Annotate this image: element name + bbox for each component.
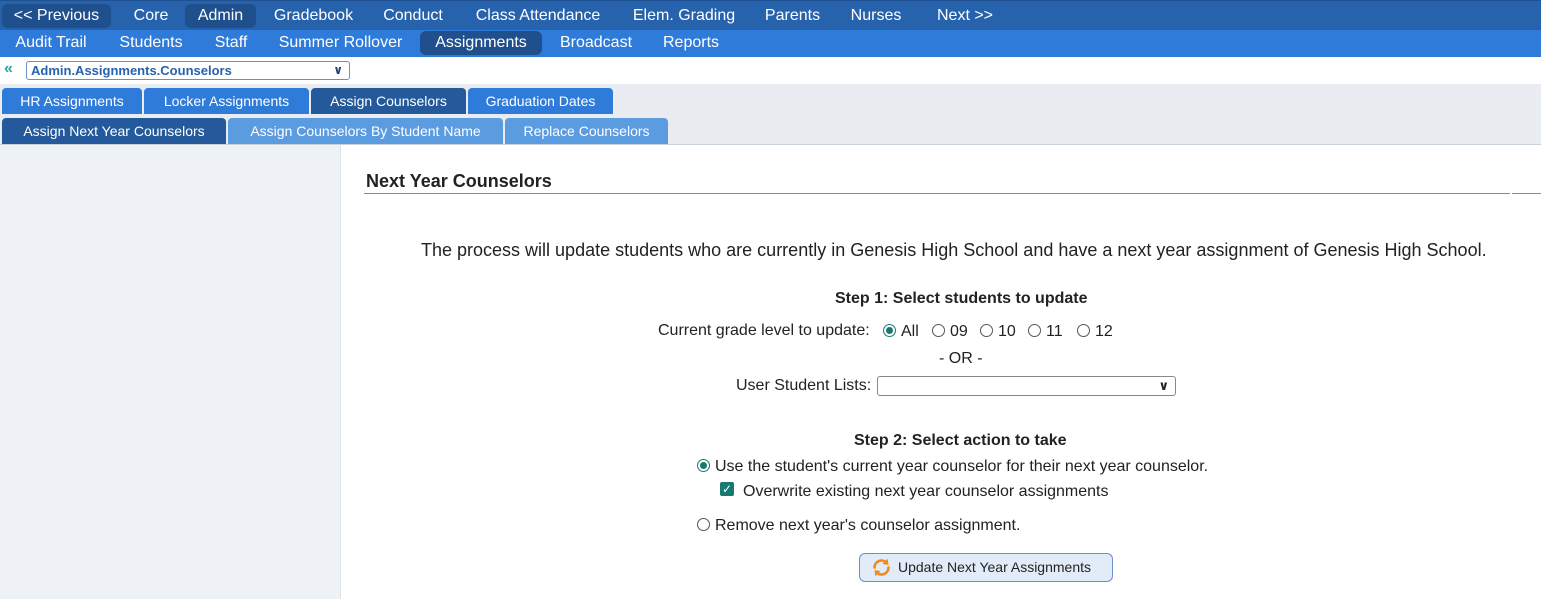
tab-locker-assignments[interactable]: Locker Assignments xyxy=(144,88,309,114)
grade-option-all-label: All xyxy=(901,323,919,340)
left-panel xyxy=(0,145,341,599)
page-title: Next Year Counselors xyxy=(366,171,552,191)
nav-conduct[interactable]: Conduct xyxy=(373,4,453,28)
action-radio-use-current[interactable] xyxy=(697,459,710,472)
or-separator: - OR - xyxy=(939,350,983,367)
tab-bar: HR Assignments Locker Assignments Assign… xyxy=(0,84,1541,115)
grade-radio-all[interactable] xyxy=(883,324,896,337)
update-button-label: Update Next Year Assignments xyxy=(898,559,1092,575)
nav-staff[interactable]: Staff xyxy=(204,31,258,55)
nav-students[interactable]: Students xyxy=(108,31,194,55)
overwrite-checkbox[interactable]: ✓ xyxy=(720,482,734,496)
subtab-replace-counselors[interactable]: Replace Counselors xyxy=(505,118,668,144)
main-content: Next Year Counselors The process will up… xyxy=(342,145,1541,599)
nav-summer-rollover[interactable]: Summer Rollover xyxy=(268,31,413,55)
step1-heading: Step 1: Select students to update xyxy=(835,290,1088,307)
primary-nav: << Previous Core Admin Gradebook Conduct… xyxy=(0,0,1541,30)
nav-assignments[interactable]: Assignments xyxy=(420,31,542,55)
action-use-current-label: Use the student's current year counselor… xyxy=(715,458,1209,475)
nav-class-attendance[interactable]: Class Attendance xyxy=(464,4,612,28)
action-remove-label: Remove next year's counselor assignment. xyxy=(715,517,1021,534)
title-divider xyxy=(364,193,1510,194)
nav-elem-grading[interactable]: Elem. Grading xyxy=(622,4,746,28)
nav-reports[interactable]: Reports xyxy=(652,31,730,55)
tab-hr-assignments[interactable]: HR Assignments xyxy=(2,88,142,114)
process-description: The process will update students who are… xyxy=(421,240,1487,260)
nav-previous[interactable]: << Previous xyxy=(2,4,111,28)
title-divider-end xyxy=(1512,193,1541,194)
grade-option-12-label: 12 xyxy=(1095,323,1113,340)
breadcrumb-select[interactable]: Admin.Assignments.Counselors ∨ xyxy=(26,61,350,80)
grade-option-11-label: 11 xyxy=(1046,323,1063,340)
chevron-down-icon: ∨ xyxy=(333,63,343,77)
tab-graduation-dates[interactable]: Graduation Dates xyxy=(468,88,613,114)
chevron-down-icon: ∨ xyxy=(1158,378,1169,393)
grade-option-09-label: 09 xyxy=(950,323,968,340)
grade-radio-12[interactable] xyxy=(1077,324,1090,337)
nav-parents[interactable]: Parents xyxy=(755,4,830,28)
grade-option-10-label: 10 xyxy=(998,323,1016,340)
update-next-year-assignments-button[interactable]: Update Next Year Assignments xyxy=(859,553,1113,582)
breadcrumb-select-value: Admin.Assignments.Counselors xyxy=(31,63,232,78)
action-radio-remove[interactable] xyxy=(697,518,710,531)
student-lists-select[interactable]: ∨ xyxy=(877,376,1176,396)
collapse-double-chevron-icon[interactable]: « xyxy=(4,61,20,77)
student-lists-label: User Student Lists: xyxy=(736,377,872,394)
grade-radio-09[interactable] xyxy=(932,324,945,337)
grade-level-label: Current grade level to update: xyxy=(658,322,870,339)
grade-radio-10[interactable] xyxy=(980,324,993,337)
nav-admin[interactable]: Admin xyxy=(185,4,256,28)
nav-next[interactable]: Next >> xyxy=(928,4,1002,28)
nav-core[interactable]: Core xyxy=(124,4,178,28)
refresh-icon xyxy=(873,558,890,577)
subtab-assign-next-year-counselors[interactable]: Assign Next Year Counselors xyxy=(2,118,226,144)
subtab-bar: Assign Next Year Counselors Assign Couns… xyxy=(0,114,1541,145)
nav-gradebook[interactable]: Gradebook xyxy=(265,4,362,28)
tab-assign-counselors[interactable]: Assign Counselors xyxy=(311,88,466,114)
overwrite-label: Overwrite existing next year counselor a… xyxy=(743,483,1109,500)
breadcrumb-row: « Admin.Assignments.Counselors ∨ xyxy=(0,57,1541,84)
subtab-assign-counselors-by-student-name[interactable]: Assign Counselors By Student Name xyxy=(228,118,503,144)
nav-nurses[interactable]: Nurses xyxy=(840,4,912,28)
grade-radio-11[interactable] xyxy=(1028,324,1041,337)
nav-audit-trail[interactable]: Audit Trail xyxy=(4,31,98,55)
secondary-nav: Audit Trail Students Staff Summer Rollov… xyxy=(0,30,1541,57)
nav-broadcast[interactable]: Broadcast xyxy=(550,31,642,55)
step2-heading: Step 2: Select action to take xyxy=(854,432,1067,449)
